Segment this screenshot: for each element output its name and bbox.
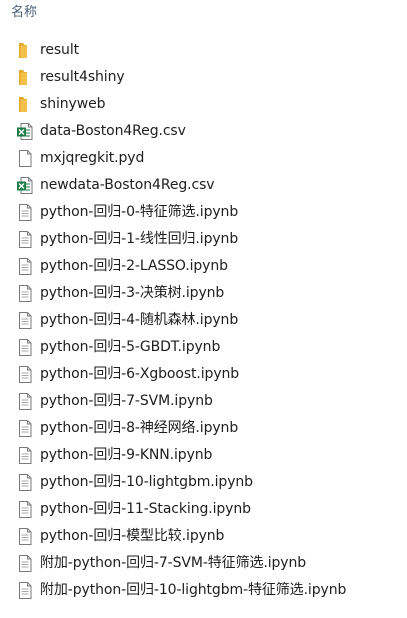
file-name: python-回归-2-LASSO.ipynb xyxy=(40,258,228,274)
file-row[interactable]: 附加-python-回归-10-lightgbm-特征筛选.ipynb xyxy=(0,577,407,604)
file-name: python-回归-5-GBDT.ipynb xyxy=(40,339,221,355)
file-row[interactable]: python-回归-1-线性回归.ipynb xyxy=(0,226,407,253)
file-name: python-回归-7-SVM.ipynb xyxy=(40,393,213,409)
document-icon xyxy=(16,446,34,465)
file-row[interactable]: newdata-Boston4Reg.csv xyxy=(0,172,407,199)
file-name: newdata-Boston4Reg.csv xyxy=(40,177,215,193)
folder-icon xyxy=(16,95,34,114)
excel-csv-icon xyxy=(16,122,34,141)
file-row[interactable]: result xyxy=(0,37,407,64)
file-name: python-回归-4-随机森林.ipynb xyxy=(40,312,239,328)
file-row[interactable]: python-回归-4-随机森林.ipynb xyxy=(0,307,407,334)
file-name: python-回归-11-Stacking.ipynb xyxy=(40,501,251,517)
file-name: result xyxy=(40,42,80,58)
file-name: python-回归-3-决策树.ipynb xyxy=(40,285,225,301)
file-name: python-回归-10-lightgbm.ipynb xyxy=(40,474,253,490)
file-row[interactable]: 附加-python-回归-7-SVM-特征筛选.ipynb xyxy=(0,550,407,577)
document-icon xyxy=(16,392,34,411)
file-row[interactable]: python-回归-7-SVM.ipynb xyxy=(0,388,407,415)
document-icon xyxy=(16,500,34,519)
file-name: 附加-python-回归-7-SVM-特征筛选.ipynb xyxy=(40,555,307,571)
file-name: python-回归-1-线性回归.ipynb xyxy=(40,231,239,247)
document-icon xyxy=(16,311,34,330)
folder-icon xyxy=(16,41,34,60)
file-row[interactable]: python-回归-3-决策树.ipynb xyxy=(0,280,407,307)
column-header: 名称 xyxy=(0,0,407,30)
file-name: shinyweb xyxy=(40,96,106,112)
document-icon xyxy=(16,338,34,357)
file-list: result result4shiny shinyweb data-Boston4Re… xyxy=(0,37,407,604)
file-row[interactable]: python-回归-9-KNN.ipynb xyxy=(0,442,407,469)
file-name: python-回归-模型比较.ipynb xyxy=(40,528,225,544)
document-icon xyxy=(16,257,34,276)
file-row[interactable]: result4shiny xyxy=(0,64,407,91)
document-icon xyxy=(16,284,34,303)
file-row[interactable]: python-回归-11-Stacking.ipynb xyxy=(0,496,407,523)
file-row[interactable]: data-Boston4Reg.csv xyxy=(0,118,407,145)
document-icon xyxy=(16,581,34,600)
file-row[interactable]: mxjqregkit.pyd xyxy=(0,145,407,172)
file-row[interactable]: python-回归-0-特征筛选.ipynb xyxy=(0,199,407,226)
file-name: python-回归-0-特征筛选.ipynb xyxy=(40,204,239,220)
file-row[interactable]: python-回归-5-GBDT.ipynb xyxy=(0,334,407,361)
file-row[interactable]: python-回归-8-神经网络.ipynb xyxy=(0,415,407,442)
excel-csv-icon xyxy=(16,176,34,195)
file-name: data-Boston4Reg.csv xyxy=(40,123,186,139)
document-icon xyxy=(16,419,34,438)
file-row[interactable]: shinyweb xyxy=(0,91,407,118)
document-icon xyxy=(16,203,34,222)
file-row[interactable]: python-回归-2-LASSO.ipynb xyxy=(0,253,407,280)
document-icon xyxy=(16,554,34,573)
document-icon xyxy=(16,527,34,546)
document-icon xyxy=(16,473,34,492)
name-column-header[interactable]: 名称 xyxy=(11,4,37,22)
file-name: result4shiny xyxy=(40,69,125,85)
blank-file-icon xyxy=(16,149,34,168)
file-name: python-回归-6-Xgboost.ipynb xyxy=(40,366,240,382)
file-name: mxjqregkit.pyd xyxy=(40,150,145,166)
file-row[interactable]: python-回归-10-lightgbm.ipynb xyxy=(0,469,407,496)
folder-icon xyxy=(16,68,34,87)
document-icon xyxy=(16,230,34,249)
file-name: python-回归-9-KNN.ipynb xyxy=(40,447,213,463)
file-row[interactable]: python-回归-6-Xgboost.ipynb xyxy=(0,361,407,388)
file-name: 附加-python-回归-10-lightgbm-特征筛选.ipynb xyxy=(40,582,347,598)
file-row[interactable]: python-回归-模型比较.ipynb xyxy=(0,523,407,550)
file-name: python-回归-8-神经网络.ipynb xyxy=(40,420,239,436)
document-icon xyxy=(16,365,34,384)
